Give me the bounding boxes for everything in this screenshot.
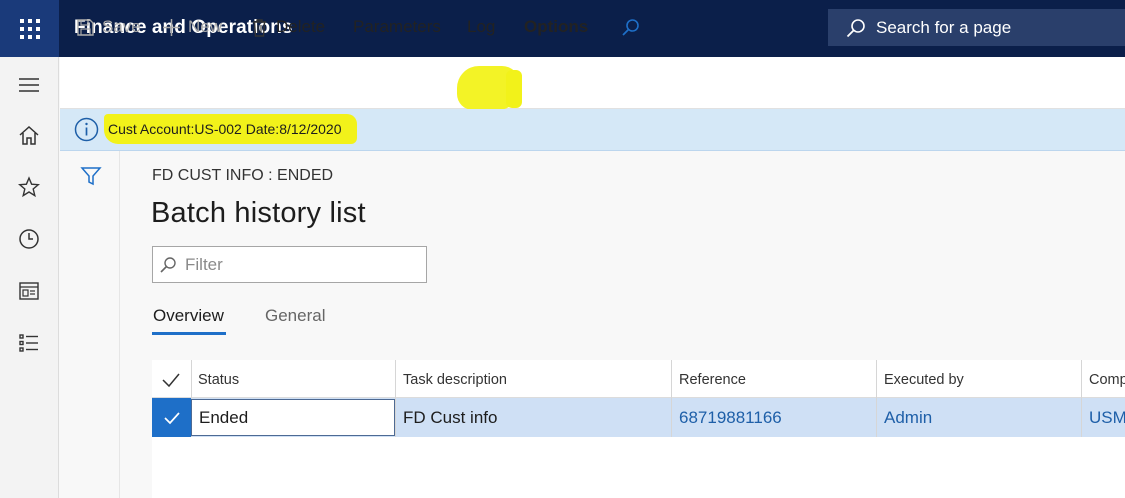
grid-header: [152, 360, 1125, 398]
status-input[interactable]: [199, 408, 384, 428]
clock-icon[interactable]: [17, 227, 41, 251]
trash-icon: [253, 18, 266, 37]
log-label: Log: [467, 17, 496, 36]
column-divider: [395, 360, 396, 437]
column-header-status[interactable]: Status: [198, 372, 239, 388]
action-pane: [60, 57, 1125, 109]
reference-link[interactable]: 68719881166: [679, 408, 782, 428]
tab-general[interactable]: General: [265, 306, 325, 326]
column-divider: [876, 360, 877, 437]
executed-by-link[interactable]: Admin: [884, 408, 932, 428]
status-cell-editor[interactable]: [191, 399, 395, 436]
column-divider: [671, 360, 672, 437]
parameters-button[interactable]: Parameters: [353, 14, 441, 40]
info-message-text: Cust Account:US-002 Date:8/12/2020: [108, 121, 342, 137]
save-label: Save: [102, 17, 141, 36]
column-header-executed-by[interactable]: Executed by: [884, 372, 964, 388]
task-description-cell: FD Cust info: [403, 408, 498, 427]
new-label: New: [188, 17, 223, 36]
save-icon: [77, 18, 94, 36]
navigation-rail: [0, 57, 59, 498]
tab-overview[interactable]: Overview: [153, 306, 224, 326]
workspace-icon[interactable]: [17, 279, 41, 303]
app-launcher-button[interactable]: [0, 0, 59, 57]
hamburger-icon[interactable]: [17, 73, 41, 97]
log-button[interactable]: Log: [467, 14, 495, 40]
checkmark-icon: [163, 411, 180, 424]
company-column-clip: Comp USM: [1086, 360, 1125, 437]
filter-icon[interactable]: [80, 165, 102, 187]
column-header-task-description[interactable]: Task description: [403, 372, 507, 388]
filter-input[interactable]: [185, 254, 415, 275]
column-divider: [1081, 360, 1082, 437]
delete-label: Delete: [276, 17, 326, 36]
tab-overview-underline: [152, 332, 226, 335]
home-icon[interactable]: [17, 123, 41, 147]
search-icon: [160, 256, 176, 273]
plus-icon: [163, 18, 180, 36]
column-header-company[interactable]: Comp: [1089, 372, 1125, 388]
options-highlight-mark: [506, 70, 522, 108]
action-search-button[interactable]: [621, 14, 647, 40]
column-header-reference[interactable]: Reference: [679, 372, 746, 388]
info-icon: [74, 117, 99, 142]
search-icon: [846, 18, 865, 37]
save-button[interactable]: Save: [76, 14, 141, 40]
waffle-icon: [19, 18, 40, 39]
filter-box[interactable]: [152, 246, 427, 283]
delete-button[interactable]: Delete: [250, 14, 325, 40]
star-icon[interactable]: [17, 175, 41, 199]
company-link[interactable]: USM: [1089, 408, 1125, 428]
search-icon: [622, 18, 639, 36]
page-title: Batch history list: [151, 197, 366, 229]
search-label: Search for a page: [876, 17, 1012, 37]
select-all-checkmark-icon[interactable]: [160, 369, 182, 391]
row-select-checkbox[interactable]: [152, 398, 191, 437]
options-label: Options: [524, 17, 589, 36]
list-icon[interactable]: [17, 331, 41, 355]
parameters-label: Parameters: [353, 17, 441, 36]
options-button[interactable]: Options: [524, 14, 588, 40]
page-search-box[interactable]: Search for a page: [828, 9, 1125, 46]
new-button[interactable]: New: [162, 14, 222, 40]
page-caption: FD CUST INFO : ENDED: [152, 167, 334, 184]
filter-pane-rail: [60, 151, 120, 498]
